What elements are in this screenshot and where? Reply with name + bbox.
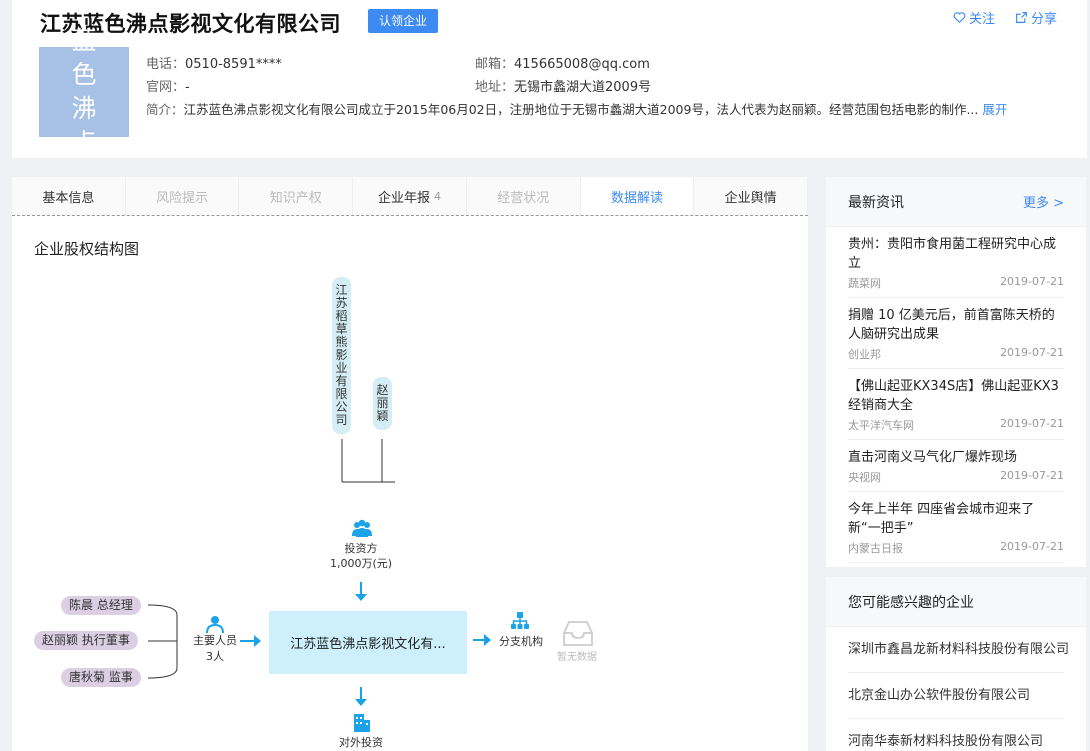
header-actions: 关注 分享 bbox=[953, 8, 1057, 27]
news-item[interactable]: 捐赠 10 亿美元后，前首富陈天桥的人脑研究出成果创业邦 2019-07-21 bbox=[848, 298, 1064, 369]
news-item-title: 今年上半年 四座省会城市迎来了新“一把手” bbox=[848, 502, 1035, 536]
share-icon bbox=[1016, 12, 1027, 23]
website-label: 官网： bbox=[146, 80, 186, 95]
interest-panel: 您可能感兴趣的企业 深圳市鑫昌龙新材料科技股份有限公司 北京金山办公软件股份有限公… bbox=[826, 577, 1086, 751]
follow-button[interactable]: 关注 bbox=[953, 8, 995, 27]
expand-link[interactable]: 展开 bbox=[982, 102, 1007, 117]
news-item-date: 2019-07-21 bbox=[1000, 417, 1064, 430]
email-value[interactable]: 415665008@qq.com bbox=[514, 57, 650, 72]
news-item-date: 2019-07-21 bbox=[1000, 346, 1064, 359]
news-header: 最新资讯 更多 > bbox=[826, 177, 1086, 227]
person-icon[interactable] bbox=[205, 614, 225, 634]
interest-title: 您可能感兴趣的企业 bbox=[848, 594, 974, 611]
page: 江苏蓝色沸点影视文化有限公司 认领企业 关注 分享 蓝 色 沸 点 电话：051… bbox=[0, 0, 1090, 751]
company-logo: 蓝 色 沸 点 bbox=[39, 26, 129, 157]
website-row: 官网：- bbox=[146, 76, 190, 95]
investors-icon[interactable] bbox=[351, 519, 373, 539]
investor-label: 投资方 bbox=[344, 542, 378, 555]
intro-row: 简介：江苏蓝色沸点影视文化有限公司成立于2015年06月02日，注册地位于无锡市… bbox=[146, 99, 1007, 118]
intro-text: 江苏蓝色沸点影视文化有限公司成立于2015年06月02日，注册地位于无锡市蠡湖大… bbox=[183, 102, 979, 117]
news-item-date: 2019-07-21 bbox=[1000, 469, 1064, 482]
news-item-title: 直击河南义马气化厂爆炸现场 bbox=[848, 450, 1018, 465]
company-header: 江苏蓝色沸点影视文化有限公司 认领企业 关注 分享 蓝 色 沸 点 电话：051… bbox=[12, 0, 1087, 158]
intro-label: 简介： bbox=[146, 102, 184, 117]
main-panel: 基本信息 风险提示 知识产权 企业年报 4 经营状况 数据解读 企业舆情 企业股权结构图 江苏… bbox=[12, 177, 809, 751]
news-item-date: 2019-07-21 bbox=[1000, 275, 1064, 288]
follow-label: 关注 bbox=[968, 12, 995, 27]
center-company-node[interactable]: 江苏蓝色沸点影视文化有... bbox=[269, 611, 467, 674]
share-button[interactable]: 分享 bbox=[1015, 8, 1057, 27]
shareholder-company-node[interactable]: 江苏稻草熊影业有限公司 bbox=[332, 277, 351, 434]
org-chart-icon[interactable] bbox=[510, 611, 530, 631]
news-item[interactable]: 今年上半年 四座省会城市迎来了新“一把手” 内蒙古日报 2019-07-21 bbox=[848, 492, 1064, 563]
news-item-meta: 内蒙古日报 2019-07-21 bbox=[848, 540, 1064, 556]
website-value: - bbox=[185, 80, 190, 95]
phone-row: 电话：0510-8591**** bbox=[146, 53, 282, 72]
news-item-meta: 创业邦 2019-07-21 bbox=[848, 346, 1064, 362]
interest-list: 深圳市鑫昌龙新材料科技股份有限公司 北京金山办公软件股份有限公司 河南华泰新材料科技… bbox=[826, 627, 1086, 751]
outward-investment-label: 对外投资 bbox=[339, 736, 383, 749]
interest-header: 您可能感兴趣的企业 bbox=[826, 577, 1086, 627]
logo-line-1: 蓝 色 bbox=[71, 26, 106, 89]
heart-icon bbox=[953, 12, 966, 24]
news-item-title: 捐赠 10 亿美元后，前首富陈天桥的人脑研究出成果 bbox=[848, 308, 1055, 342]
phone-label: 电话： bbox=[146, 57, 186, 72]
news-item-source: 创业邦 bbox=[848, 348, 881, 361]
empty-inbox-icon bbox=[563, 621, 593, 646]
news-item-title: 【佛山起亚KX34S店】佛山起亚KX3经销商大全 bbox=[848, 379, 1059, 413]
news-more-link[interactable]: 更多 > bbox=[1023, 192, 1064, 211]
investor-amount: 1,000万(元) bbox=[329, 557, 393, 570]
person-supervisor[interactable]: 唐秋菊 监事 bbox=[61, 668, 141, 687]
person-chief-manager[interactable]: 陈晨 总经理 bbox=[61, 596, 141, 615]
no-data-label: 暂无数据 bbox=[557, 652, 597, 663]
staff-label: 主要人员 bbox=[193, 634, 237, 647]
address-value: 无锡市蠡湖大道2009号 bbox=[514, 80, 652, 95]
address-label: 地址： bbox=[475, 80, 515, 95]
news-panel: 最新资讯 更多 > 贵州：贵阳市食用菌工程研究中心成立蔬菜网 2019-07-21… bbox=[826, 177, 1086, 567]
news-item-source: 央视网 bbox=[848, 471, 881, 484]
interest-company-link[interactable]: 北京金山办公软件股份有限公司 bbox=[848, 673, 1064, 719]
share-label: 分享 bbox=[1030, 12, 1057, 27]
claimed-badge[interactable]: 认领企业 bbox=[368, 9, 439, 33]
news-item-source: 太平洋汽车网 bbox=[848, 419, 914, 432]
news-item[interactable]: 贵州：贵阳市食用菌工程研究中心成立蔬菜网 2019-07-21 bbox=[848, 227, 1064, 298]
address-row: 地址：无锡市蠡湖大道2009号 bbox=[475, 76, 651, 95]
news-item-source: 蔬菜网 bbox=[848, 277, 881, 290]
news-item[interactable]: 直击河南义马气化厂爆炸现场 央视网 2019-07-21 bbox=[848, 440, 1064, 492]
news-item-source: 内蒙古日报 bbox=[848, 542, 903, 555]
shareholder-person-node[interactable]: 赵丽颖 bbox=[373, 377, 392, 430]
email-label: 邮箱： bbox=[475, 57, 515, 72]
interest-company-link[interactable]: 河南华泰新材料科技股份有限公司 bbox=[848, 719, 1064, 751]
building-icon[interactable] bbox=[352, 713, 372, 733]
branch-label: 分支机构 bbox=[499, 635, 543, 648]
news-item-date: 2019-07-21 bbox=[1000, 540, 1064, 553]
logo-line-2: 沸 点 bbox=[71, 94, 106, 157]
news-item-meta: 央视网 2019-07-21 bbox=[848, 469, 1064, 485]
phone-value: 0510-8591**** bbox=[185, 57, 282, 72]
interest-company-link[interactable]: 深圳市鑫昌龙新材料科技股份有限公司 bbox=[848, 627, 1069, 673]
news-item-meta: 太平洋汽车网 2019-07-21 bbox=[848, 417, 1064, 433]
staff-count: 3人 bbox=[206, 650, 224, 663]
news-item-meta: 蔬菜网 2019-07-21 bbox=[848, 275, 1064, 291]
news-item-title: 贵州：贵阳市食用菌工程研究中心成立 bbox=[848, 237, 1057, 271]
news-item[interactable]: 【佛山起亚KX34S店】佛山起亚KX3经销商大全太平洋汽车网 2019-07-21 bbox=[848, 369, 1064, 440]
news-list: 贵州：贵阳市食用菌工程研究中心成立 蔬菜网 2019-07-21 捐赠 10 亿美元后… bbox=[826, 227, 1086, 563]
person-executive-director[interactable]: 赵丽颖 执行董事 bbox=[34, 631, 138, 650]
news-title: 最新资讯 bbox=[848, 194, 904, 211]
email-row: 邮箱：415665008@qq.com bbox=[475, 53, 650, 72]
